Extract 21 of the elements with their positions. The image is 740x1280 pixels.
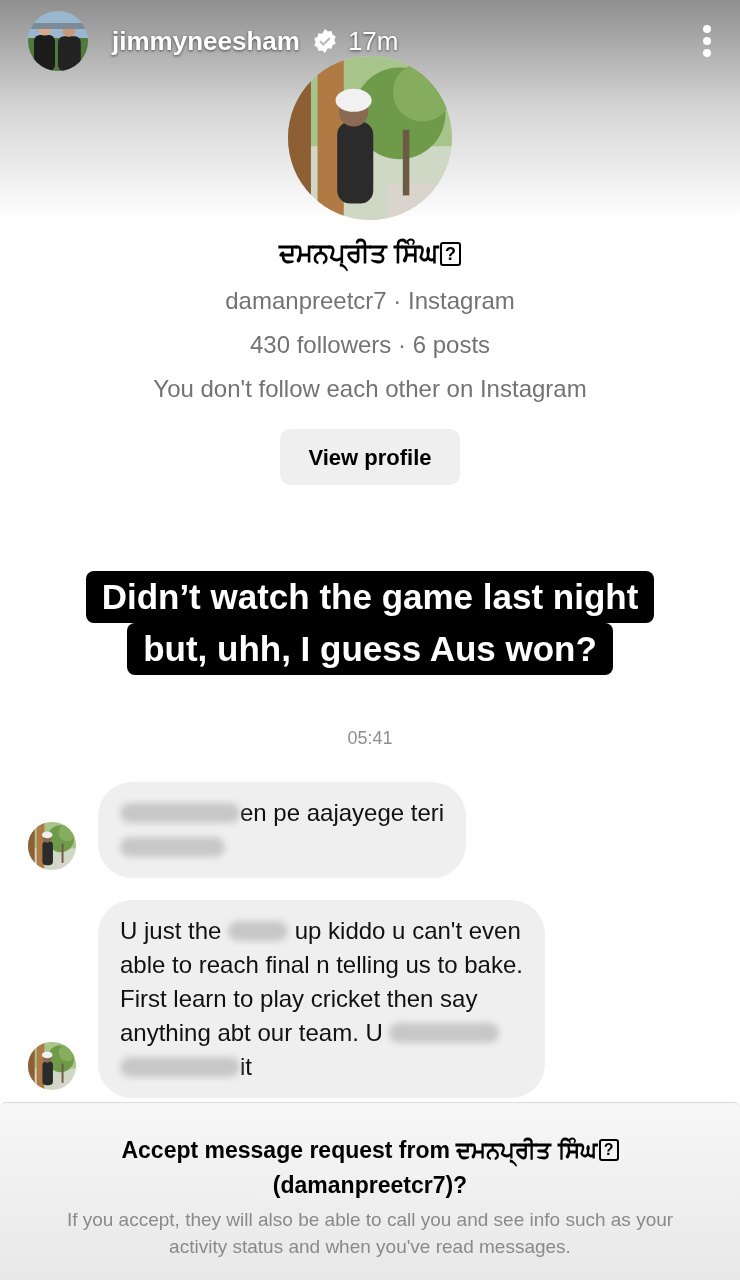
view-profile-button[interactable]: View profile [280, 429, 460, 485]
message-text: en pe aajayege teri [240, 798, 445, 828]
message-text: U just the [120, 916, 223, 946]
request-title: Accept message request from ਦਮਨਪ੍ਰੀਤ ਸਿੰਘ [121, 1133, 597, 1168]
message-text: anything abt our team. U [120, 1018, 384, 1048]
message-text: able to reach final n telling us to bake. [120, 950, 523, 980]
more-options-icon[interactable] [702, 24, 712, 58]
profile-handle: damanpreetcr7 · Instagram [225, 286, 515, 316]
follow-status: You don't follow each other on Instagram [153, 374, 587, 404]
profile-name: ਦਮਨਪ੍ਰੀਤ ਸਿੰਘ [278, 234, 439, 273]
message-text: up kiddo u can't even [293, 916, 521, 946]
request-handle: (damanpreetcr7)? [272, 1170, 468, 1200]
post-time: 17m [347, 24, 399, 58]
missing-glyph: ? [440, 241, 462, 266]
message-timestamp: 05:41 [347, 727, 393, 750]
blurred-text [228, 921, 289, 941]
message-text: it [240, 1052, 252, 1082]
missing-glyph: ? [598, 1139, 619, 1162]
profile-stats: 430 followers · 6 posts [249, 330, 491, 360]
request-description: If you accept, they will also be able to call you and see info such as your activity status and when you've read messages. [65, 1208, 675, 1259]
message-text: First learn to play cricket then say [120, 984, 478, 1014]
